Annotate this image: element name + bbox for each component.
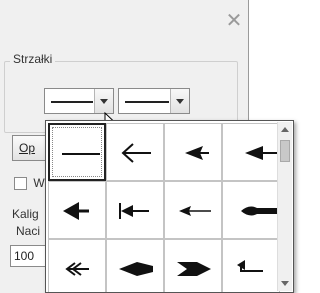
arrow-thin-open-icon [121,143,151,163]
scroll-up-icon[interactable] [281,127,289,132]
arrow-style-cell-arrow-filled-wide[interactable] [48,181,106,239]
arrow-spike-icon [119,262,153,276]
end-arrow-preview [125,101,169,103]
arrow-filled-wide-icon [63,202,89,220]
scroll-thumb[interactable] [280,140,290,162]
chevron-down-icon[interactable] [170,89,189,113]
arrow-style-cell-arrow-hook[interactable] [222,239,280,292]
options-button-label: Op [19,141,36,155]
checkbox-label: W [33,176,45,190]
none-icon [62,153,100,155]
checkbox-row[interactable]: W [14,176,45,191]
arrow-style-cell-arrow-thin-long[interactable] [164,181,222,239]
end-arrow-combo[interactable] [118,88,190,114]
pressure-input[interactable]: 100 [10,245,50,267]
pressure-label: Naci [16,224,41,238]
arrow-triangle-icon [185,146,209,160]
arrow-double-feather-icon [65,262,89,276]
chevron-down-icon[interactable] [94,89,113,113]
arrow-rounded-icon [241,206,277,216]
calligraphy-label: Kalig [12,207,39,221]
start-arrow-combo[interactable] [44,88,114,114]
arrow-bar-tail-icon [119,203,149,219]
arrow-style-cell-arrow-spike[interactable] [106,239,164,292]
vertical-scrollbar[interactable] [277,122,292,291]
arrow-style-cell-none[interactable] [48,123,106,181]
arrow-style-cell-arrow-double-feather[interactable] [48,239,106,292]
arrow-hook-icon [237,260,263,272]
start-arrow-preview [51,101,93,103]
arrow-triangle-line-icon [245,146,277,160]
arrow-style-cell-arrow-triangle-line[interactable] [222,123,280,181]
arrow-style-cell-arrow-chevron-filled[interactable] [164,239,222,292]
arrows-group-label: Strzałki [10,52,56,66]
arrow-style-cell-arrow-triangle[interactable] [164,123,222,181]
arrow-style-cell-arrow-thin-open[interactable] [106,123,164,181]
arrow-style-cell-arrow-rounded[interactable] [222,181,280,239]
arrow-style-picker [45,120,294,293]
scroll-down-icon[interactable] [281,281,289,286]
close-icon[interactable]: ✕ [224,10,244,30]
arrow-thin-long-icon [179,206,211,216]
checkbox[interactable] [14,177,27,191]
arrow-style-cell-arrow-bar-tail[interactable] [106,181,164,239]
arrow-chevron-filled-icon [177,262,211,276]
